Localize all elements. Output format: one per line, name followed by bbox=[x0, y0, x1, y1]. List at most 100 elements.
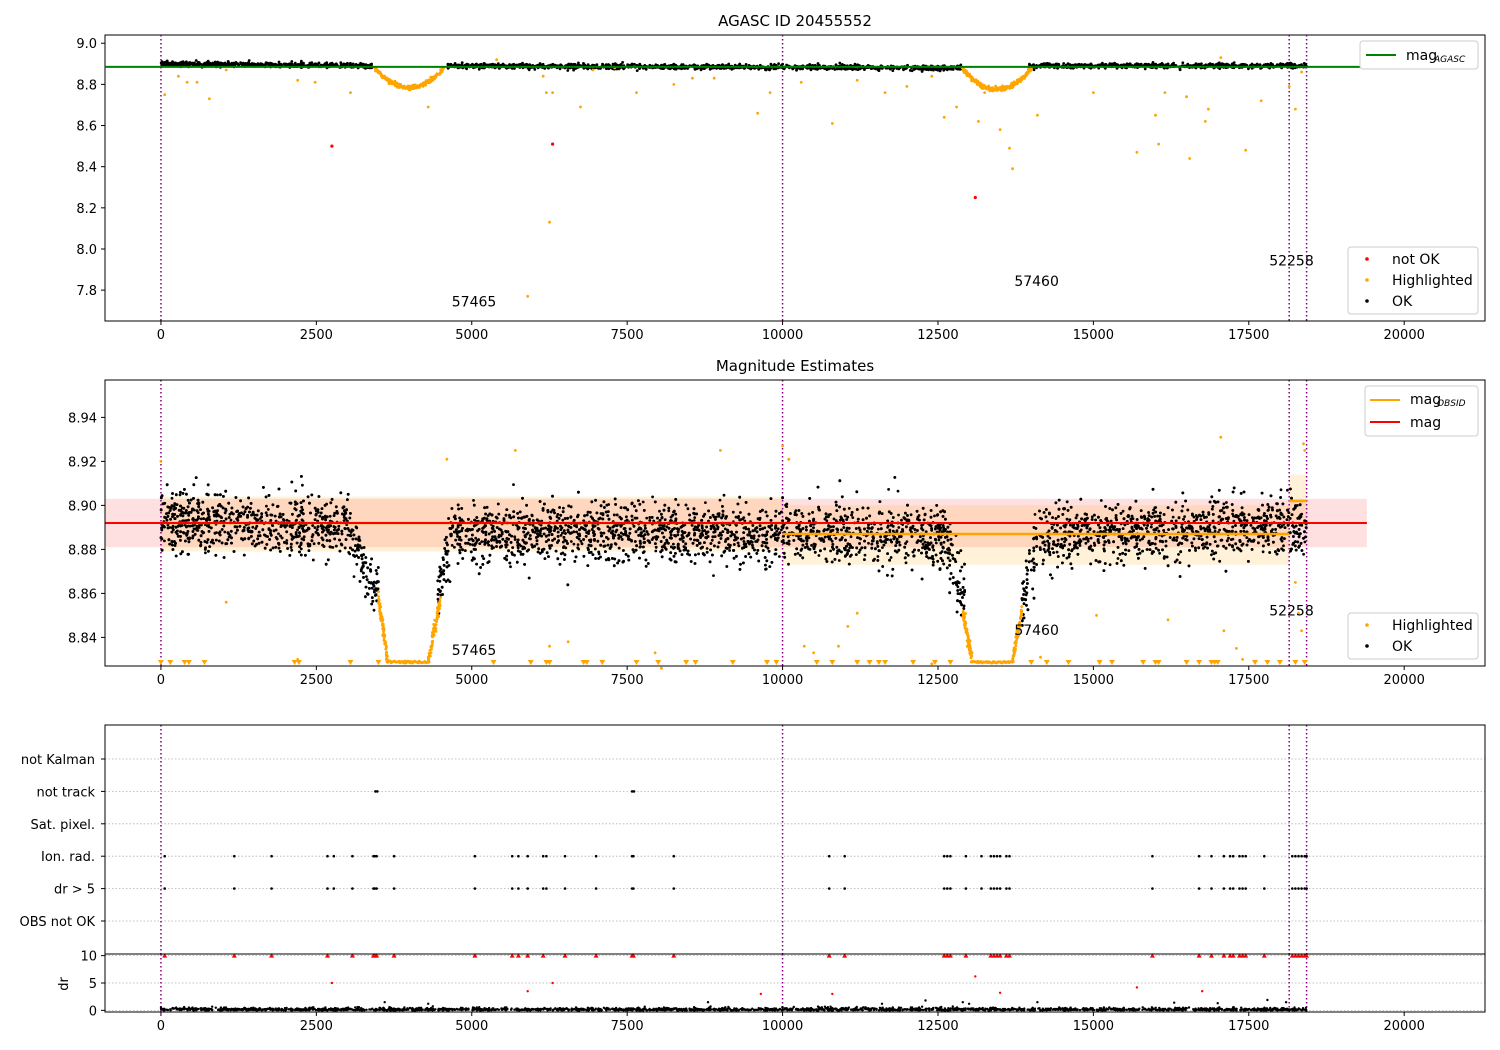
highlighted-point bbox=[438, 72, 442, 75]
ok-point bbox=[551, 62, 555, 66]
ok-point bbox=[262, 63, 266, 67]
highlighted-point bbox=[1219, 56, 1223, 59]
ok-point bbox=[844, 67, 847, 71]
ok-point bbox=[633, 62, 636, 66]
highlighted-point bbox=[1003, 88, 1007, 92]
highlighted-point bbox=[1011, 167, 1014, 171]
highlighted-point bbox=[1024, 71, 1028, 75]
ok-point bbox=[187, 62, 190, 66]
ok-point bbox=[474, 62, 478, 66]
highlighted-point bbox=[1013, 80, 1016, 84]
ok-point bbox=[308, 61, 312, 65]
panel-agasc-legend-mag: mag AGASC bbox=[1359, 40, 1479, 70]
ok-point bbox=[777, 62, 780, 66]
highlighted-point bbox=[1036, 113, 1039, 117]
highlighted-point bbox=[548, 220, 551, 224]
ok-point bbox=[176, 62, 179, 65]
ok-point bbox=[339, 61, 343, 65]
ok-point bbox=[1250, 62, 1254, 66]
ok-point bbox=[477, 67, 481, 71]
highlighted-point bbox=[1203, 120, 1207, 123]
ok-point bbox=[1231, 62, 1234, 66]
highlighted-point bbox=[177, 74, 180, 78]
highlighted-point bbox=[1244, 148, 1248, 152]
highlighted-point bbox=[541, 74, 545, 78]
figure: AGASC ID 20455552 574655746052258 0 2500 5… bbox=[0, 0, 1500, 1050]
highlighted-point bbox=[998, 128, 1002, 132]
ok-point bbox=[891, 69, 895, 72]
ok-point bbox=[342, 62, 346, 66]
highlighted-point bbox=[1015, 78, 1019, 82]
ok-point bbox=[244, 63, 248, 67]
ok-point bbox=[239, 61, 243, 65]
highlighted-point bbox=[977, 120, 980, 123]
ok-point bbox=[160, 62, 164, 66]
highlighted-point bbox=[635, 91, 638, 94]
highlighted-point bbox=[163, 93, 167, 97]
highlighted-point bbox=[1021, 76, 1025, 79]
ok-point bbox=[242, 62, 246, 66]
obsid-annotation: 57465 bbox=[452, 295, 497, 311]
highlighted-point bbox=[392, 82, 396, 86]
ytick-label: 7.8 bbox=[76, 284, 97, 299]
ok-point bbox=[1069, 63, 1072, 67]
ok-point bbox=[1217, 63, 1221, 67]
highlighted-point bbox=[296, 78, 300, 82]
ok-point bbox=[1171, 62, 1174, 66]
ok-point bbox=[1075, 63, 1079, 67]
ok-point bbox=[942, 67, 946, 71]
highlighted-point bbox=[430, 77, 434, 81]
ok-point bbox=[1147, 62, 1150, 66]
highlighted-point bbox=[208, 97, 211, 101]
highlighted-point bbox=[591, 68, 595, 72]
ok-point bbox=[1166, 62, 1170, 66]
highlighted-point bbox=[440, 69, 443, 72]
xtick-label: 20000 bbox=[1384, 328, 1425, 343]
highlighted-point bbox=[672, 83, 676, 86]
highlighted-point bbox=[1008, 146, 1011, 150]
highlighted-point bbox=[382, 76, 386, 79]
ok-point bbox=[1139, 62, 1143, 66]
ok-point bbox=[521, 61, 524, 65]
ok-point bbox=[229, 63, 232, 66]
ok-point bbox=[181, 62, 185, 66]
highlighted-point bbox=[1092, 91, 1095, 94]
ok-point bbox=[264, 61, 268, 64]
highlighted-point bbox=[185, 80, 189, 84]
highlighted-point bbox=[375, 69, 379, 73]
highlighted-point bbox=[395, 81, 398, 85]
highlighted-point bbox=[551, 91, 554, 94]
xtick-label: 5000 bbox=[455, 328, 488, 343]
highlighted-point bbox=[883, 91, 887, 94]
xtick-label: 12500 bbox=[917, 328, 958, 343]
ok-point bbox=[1181, 61, 1185, 65]
ytick-label: 8.8 bbox=[76, 78, 97, 93]
ok-point bbox=[199, 62, 203, 66]
ok-point bbox=[569, 63, 573, 67]
highlighted-point bbox=[985, 86, 988, 89]
highlighted-point bbox=[905, 85, 909, 88]
highlighted-point bbox=[495, 58, 498, 62]
highlighted-point bbox=[1188, 157, 1192, 160]
ok-point bbox=[317, 61, 321, 65]
highlighted-point bbox=[1185, 95, 1188, 99]
xtick-label: 7500 bbox=[611, 328, 644, 343]
ok-point bbox=[164, 60, 168, 64]
ok-point bbox=[260, 62, 264, 66]
highlighted-point bbox=[1006, 85, 1009, 88]
ok-point bbox=[291, 62, 294, 66]
highlighted-point bbox=[756, 111, 760, 115]
ok-point bbox=[576, 63, 580, 67]
ok-point bbox=[287, 63, 291, 67]
ok-point bbox=[938, 69, 942, 73]
highlighted-point bbox=[398, 84, 401, 88]
ok-point bbox=[171, 60, 174, 63]
ok-point bbox=[277, 63, 280, 67]
highlighted-point bbox=[1027, 69, 1030, 73]
ok-point bbox=[277, 60, 281, 64]
highlighted-point bbox=[768, 91, 772, 94]
highlighted-point bbox=[420, 83, 424, 86]
highlighted-point bbox=[1207, 107, 1210, 111]
ok-point bbox=[206, 63, 209, 66]
ok-point bbox=[635, 69, 639, 72]
